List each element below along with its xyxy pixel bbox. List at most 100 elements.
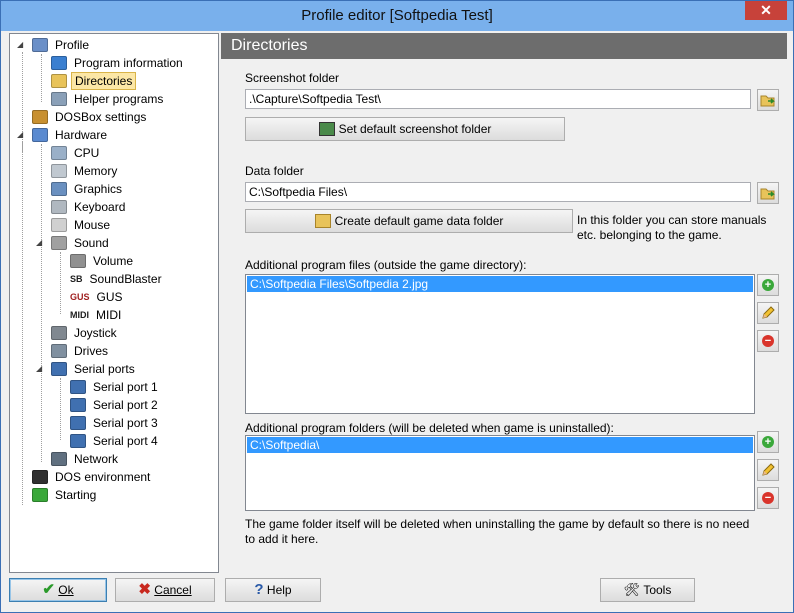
tree-item[interactable]: Keyboard xyxy=(51,198,128,216)
remove-folder-button[interactable]: − xyxy=(757,487,779,509)
tree-item[interactable]: DOS environment xyxy=(32,468,153,486)
serial-port-icon xyxy=(70,397,86,412)
dos-environment-icon xyxy=(32,469,48,484)
midi-icon: MIDI xyxy=(70,309,89,320)
add-file-button[interactable]: + xyxy=(757,274,779,296)
settings-tree[interactable]: Profile ◢ Program information Directories He… xyxy=(9,33,219,573)
tree-item[interactable]: Serial port 2 xyxy=(70,396,161,414)
tree-item-label: Mouse xyxy=(74,218,111,232)
cancel-button[interactable]: ✖ Cancel xyxy=(115,578,215,602)
tree-item-label: Serial port 3 xyxy=(93,416,158,430)
tree-item-label: Network xyxy=(74,452,119,466)
tree-item[interactable]: Graphics xyxy=(51,180,125,198)
create-data-folder-button[interactable]: Create default game data folder xyxy=(245,209,573,233)
edit-file-button[interactable] xyxy=(757,302,779,324)
tree-item-label: Serial port 2 xyxy=(93,398,158,412)
collapse-arrow-icon[interactable]: ◢ xyxy=(17,131,25,139)
helper-programs-icon xyxy=(51,91,67,106)
tree-item[interactable]: Sound xyxy=(51,234,112,252)
tools-button[interactable]: 🛠 Tools xyxy=(600,578,695,602)
remove-file-button[interactable]: − xyxy=(757,330,779,352)
tree-item[interactable]: Mouse xyxy=(51,216,113,234)
uninstall-note: The game folder itself will be deleted w… xyxy=(245,517,750,546)
profile-icon xyxy=(32,37,48,52)
tree-item[interactable]: MIDI MIDI xyxy=(70,306,124,324)
screenshot-folder-label: Screenshot folder xyxy=(245,71,340,85)
program-folders-label: Additional program folders (will be dele… xyxy=(245,421,614,435)
network-icon xyxy=(51,451,67,466)
set-default-screenshot-button[interactable]: Set default screenshot folder xyxy=(245,117,565,141)
tree-item[interactable]: CPU xyxy=(51,144,102,162)
tree-item-label: Helper programs xyxy=(74,92,164,106)
tree-item-label: CPU xyxy=(74,146,100,160)
help-button[interactable]: ? Help xyxy=(225,578,321,602)
program-files-list[interactable]: C:\Softpedia Files\Softpedia 2.jpg xyxy=(245,274,755,414)
mouse-icon xyxy=(51,217,67,232)
serial-ports-icon xyxy=(51,361,67,376)
tree-item-label: Sound xyxy=(74,236,109,250)
edit-folder-button[interactable] xyxy=(757,459,779,481)
tree-item-label: Joystick xyxy=(74,326,117,340)
tree-item[interactable]: Volume xyxy=(70,252,136,270)
serial-port-icon xyxy=(70,379,86,394)
tree-item[interactable]: Serial ports xyxy=(51,360,138,378)
collapse-arrow-icon[interactable]: ◢ xyxy=(17,41,25,49)
tree-item[interactable]: Helper programs xyxy=(51,90,166,108)
tree-item[interactable]: Profile xyxy=(32,36,92,54)
profile-editor-window: Profile editor [Softpedia Test] ✕ Profil… xyxy=(0,0,794,613)
tree-item[interactable]: GUS GUS xyxy=(70,288,126,306)
screenshot-icon xyxy=(318,121,335,136)
joystick-icon xyxy=(51,325,67,340)
soundblaster-icon: SB xyxy=(70,273,83,284)
serial-port-icon xyxy=(70,415,86,430)
program-folders-list[interactable]: C:\Softpedia\ xyxy=(245,435,755,511)
client-area: Profile ◢ Program information Directories He… xyxy=(7,31,789,607)
tree-item-label: Starting xyxy=(55,488,97,502)
list-item[interactable]: C:\Softpedia\ xyxy=(247,437,753,453)
collapse-arrow-icon[interactable]: ◢ xyxy=(36,239,44,247)
close-button[interactable]: ✕ xyxy=(745,1,787,20)
tree-item[interactable]: Network xyxy=(51,450,121,468)
title-bar[interactable]: Profile editor [Softpedia Test] ✕ xyxy=(1,1,793,31)
tree-item[interactable]: DOSBox settings xyxy=(32,108,149,126)
info-icon xyxy=(51,55,67,70)
ok-button[interactable]: ✔ Ok xyxy=(9,578,107,602)
hardware-icon xyxy=(32,127,48,142)
program-files-label: Additional program files (outside the ga… xyxy=(245,258,527,272)
tree-item[interactable]: Serial port 3 xyxy=(70,414,161,432)
data-folder-input[interactable]: C:\Softpedia Files\ xyxy=(245,182,751,202)
drives-icon xyxy=(51,343,67,358)
remove-icon: − xyxy=(762,492,774,504)
tree-item[interactable]: SB SoundBlaster xyxy=(70,270,165,288)
tree-item[interactable]: Hardware xyxy=(32,126,110,144)
tree-item-label: DOS environment xyxy=(55,470,151,484)
tree-item-label: Serial port 4 xyxy=(93,434,158,448)
tree-item-label: DOSBox settings xyxy=(55,110,147,124)
browse-data-folder-button[interactable] xyxy=(757,182,779,204)
keyboard-icon xyxy=(51,199,67,214)
tree-item[interactable]: Serial port 1 xyxy=(70,378,161,396)
tree-item[interactable]: Memory xyxy=(51,162,120,180)
sound-icon xyxy=(51,235,67,250)
tree-item-label: GUS xyxy=(96,290,123,304)
tree-item[interactable]: Starting xyxy=(32,486,99,504)
graphics-icon xyxy=(51,181,67,196)
list-item[interactable]: C:\Softpedia Files\Softpedia 2.jpg xyxy=(247,276,753,292)
cancel-icon: ✖ xyxy=(138,581,151,598)
collapse-arrow-icon[interactable]: ◢ xyxy=(36,365,44,373)
tree-item-label: Keyboard xyxy=(74,200,126,214)
browse-screenshot-folder-button[interactable] xyxy=(757,89,779,111)
tree-item-label: Hardware xyxy=(55,128,108,142)
data-folder-label: Data folder xyxy=(245,164,304,178)
remove-icon: − xyxy=(762,335,774,347)
tree-item[interactable]: Serial port 4 xyxy=(70,432,161,450)
tree-item[interactable]: Program information xyxy=(51,54,186,72)
tree-item-label: Graphics xyxy=(74,182,123,196)
tree-item[interactable]: Drives xyxy=(51,342,111,360)
screenshot-folder-input[interactable]: .\Capture\Softpedia Test\ xyxy=(245,89,751,109)
add-folder-button[interactable]: + xyxy=(757,431,779,453)
volume-icon xyxy=(70,253,86,268)
tree-item[interactable]: Directories xyxy=(51,72,137,90)
help-icon: ? xyxy=(254,581,264,598)
tree-item[interactable]: Joystick xyxy=(51,324,120,342)
